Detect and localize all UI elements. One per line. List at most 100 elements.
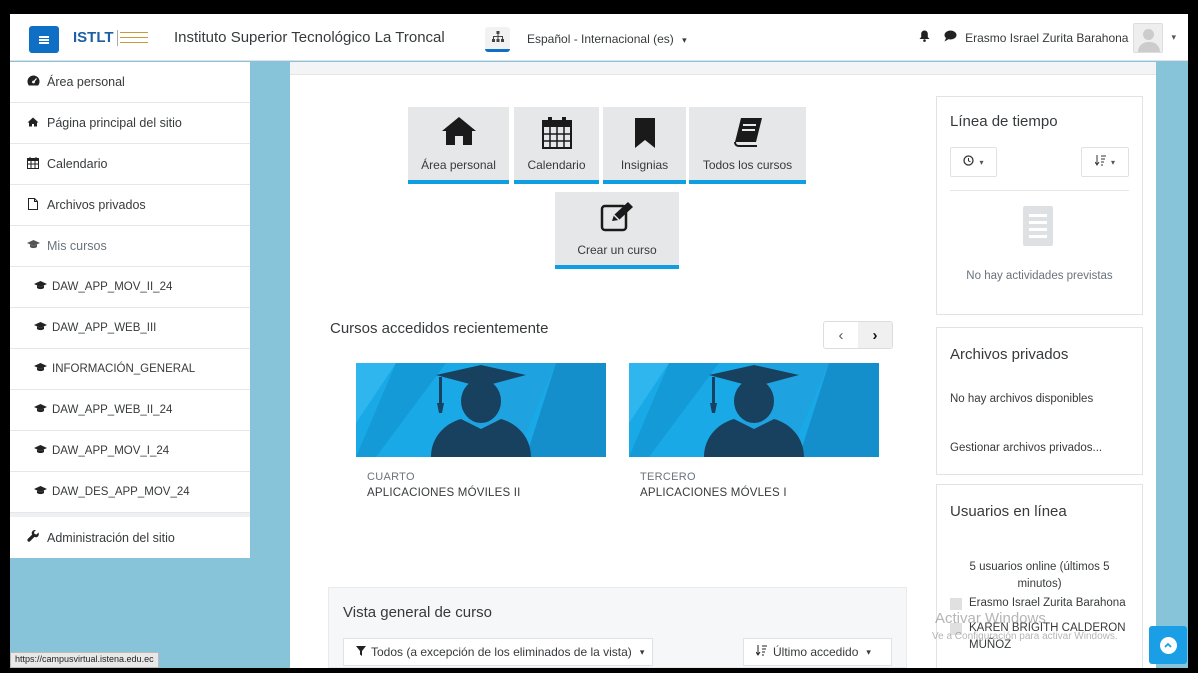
private-files-empty-text: No hay archivos disponibles [950, 393, 1094, 405]
user-menu-name[interactable]: Erasmo Israel Zurita Barahona [965, 31, 1128, 45]
avatar [950, 598, 962, 610]
chevron-down-icon: ▾ [979, 157, 984, 167]
logo-text: ISTLT [73, 29, 114, 46]
course-card[interactable]: TERCERO APLICACIONES MÓVLES I [629, 363, 879, 499]
graduation-cap-icon [25, 240, 41, 252]
nav-drawer-admin-group: Administración del sitio [10, 517, 250, 558]
filter-icon [356, 645, 366, 659]
sidebar-item-course[interactable]: DAW_DES_APP_MOV_24 [10, 472, 250, 513]
sidebar-item-course[interactable]: DAW_APP_WEB_III [10, 308, 250, 349]
sort-label: Último accedido [773, 645, 859, 659]
block-title: Línea de tiempo [950, 113, 1058, 130]
manage-private-files-link[interactable]: Gestionar archivos privados... [950, 442, 1102, 454]
graduation-cap-icon [32, 404, 48, 416]
sidebar-item-site-home[interactable]: Página principal del sitio [10, 103, 250, 144]
top-navbar: ISTLT Instituto Superior Tecnológico La … [10, 14, 1188, 61]
tile-label: Crear un curso [577, 243, 657, 257]
sidebar-item-calendar[interactable]: Calendario [10, 144, 250, 185]
online-users-count: 5 usuarios online (últimos 5 minutos) [969, 561, 1110, 590]
sitemap-button[interactable] [485, 27, 510, 52]
edit-icon [555, 202, 679, 237]
calendar-icon [25, 156, 41, 172]
timeline-sort-button[interactable]: ▾ [1081, 147, 1129, 177]
sidebar-item-label: Administración del sitio [47, 530, 175, 545]
block-title: Usuarios en línea [950, 503, 1067, 520]
course-name[interactable]: APLICACIONES MÓVLES I [640, 487, 879, 499]
filter-label: Todos (a excepción de los eliminados de … [371, 645, 632, 659]
avatar[interactable] [1133, 22, 1164, 53]
chevron-down-icon: ▾ [639, 646, 645, 657]
graduation-cap-icon [32, 322, 48, 334]
sidebar-item-site-admin[interactable]: Administración del sitio [10, 517, 250, 558]
chevron-left-icon[interactable]: ‹ [824, 322, 858, 348]
sidebar-item-label: DAW_APP_WEB_III [52, 322, 157, 334]
sidebar-item-label: DAW_APP_MOV_I_24 [52, 445, 170, 457]
recent-courses-title: Cursos accedidos recientemente [330, 320, 549, 337]
course-category: CUARTO [367, 471, 415, 483]
menu-toggle-button[interactable] [29, 26, 59, 53]
sidebar-item-my-courses[interactable]: Mis cursos [10, 226, 250, 267]
site-logo[interactable]: ISTLT [73, 29, 157, 46]
timeline-block: Línea de tiempo ▾ ▾ No hay actividades p… [936, 96, 1143, 315]
wrench-icon [25, 529, 41, 545]
tile-create-course[interactable]: Crear un curso [555, 192, 679, 269]
tile-label: Área personal [421, 158, 496, 172]
notification-bell-icon[interactable] [919, 30, 930, 45]
book-icon [689, 117, 806, 152]
tile-label: Calendario [527, 158, 586, 172]
sidebar-item-label: Página principal del sitio [47, 116, 182, 130]
scroll-to-top-button[interactable] [1149, 626, 1187, 664]
sidebar-item-course[interactable]: DAW_APP_MOV_II_24 [10, 267, 250, 308]
graduation-cap-icon [32, 363, 48, 375]
chevron-down-icon[interactable]: ▾ [1171, 32, 1176, 43]
divider [950, 190, 1129, 191]
tile-badges[interactable]: Insignias [603, 107, 686, 184]
chevron-right-icon[interactable]: › [858, 322, 892, 348]
chevron-down-icon: ▾ [682, 35, 687, 45]
calendar-icon [514, 117, 599, 154]
sidebar-item-label: Archivos privados [47, 198, 146, 212]
sidebar-item-course[interactable]: INFORMACIÓN_GENERAL [10, 349, 250, 390]
tile-label: Insignias [620, 158, 669, 172]
timeline-filter-button[interactable]: ▾ [950, 147, 997, 177]
course-filter-dropdown[interactable]: Todos (a excepción de los eliminados de … [343, 638, 653, 666]
sidebar-item-label: DAW_APP_WEB_II_24 [52, 404, 173, 416]
tile-calendar[interactable]: Calendario [514, 107, 599, 184]
graduation-cap-icon [32, 486, 48, 498]
tile-all-courses[interactable]: Todos los cursos [689, 107, 806, 184]
course-card[interactable]: CUARTO APLICACIONES MÓVILES II [356, 363, 606, 499]
graduation-cap-icon [32, 281, 48, 293]
course-category: TERCERO [640, 471, 696, 483]
nav-drawer: Área personal Página principal del sitio… [10, 62, 250, 668]
course-image [629, 363, 879, 457]
course-sort-dropdown[interactable]: Último accedido ▾ [743, 638, 892, 666]
sidebar-item-dashboard[interactable]: Área personal [10, 62, 250, 103]
course-name[interactable]: APLICACIONES MÓVILES II [367, 487, 606, 499]
messages-icon[interactable] [944, 30, 957, 45]
user-nav: Erasmo Israel Zurita Barahona ▾ [919, 14, 1188, 61]
sort-icon [755, 645, 767, 659]
recent-courses-pager: ‹ › [823, 321, 893, 349]
sidebar-item-private-files[interactable]: Archivos privados [10, 185, 250, 226]
timeline-empty-text: No hay actividades previstas [966, 270, 1113, 282]
sitemap-icon [491, 31, 504, 45]
sidebar-item-label: Calendario [47, 157, 108, 171]
course-overview-block: Vista general de curso Todos (a excepció… [328, 587, 907, 668]
status-bar-url: https://campusvirtual.istena.edu.ec [10, 652, 159, 668]
site-name-link[interactable]: Instituto Superior Tecnológico La Tronca… [174, 29, 445, 46]
hamburger-icon [39, 35, 49, 44]
chevron-up-icon [1159, 636, 1177, 654]
tile-dashboard[interactable]: Área personal [408, 107, 509, 184]
sidebar-item-course[interactable]: DAW_APP_MOV_I_24 [10, 431, 250, 472]
sidebar-item-label: Mis cursos [47, 239, 107, 253]
language-menu[interactable]: Español - Internacional (es) ▾ [527, 32, 687, 46]
sidebar-item-course[interactable]: DAW_APP_WEB_II_24 [10, 390, 250, 431]
chevron-down-icon: ▾ [866, 646, 871, 657]
sort-icon [1094, 155, 1106, 169]
course-image [356, 363, 606, 457]
sidebar-item-label: INFORMACIÓN_GENERAL [52, 363, 196, 375]
file-icon [25, 197, 41, 213]
home-icon [25, 117, 41, 130]
language-label: Español - Internacional (es) [527, 32, 674, 46]
chevron-down-icon: ▾ [1110, 157, 1115, 167]
